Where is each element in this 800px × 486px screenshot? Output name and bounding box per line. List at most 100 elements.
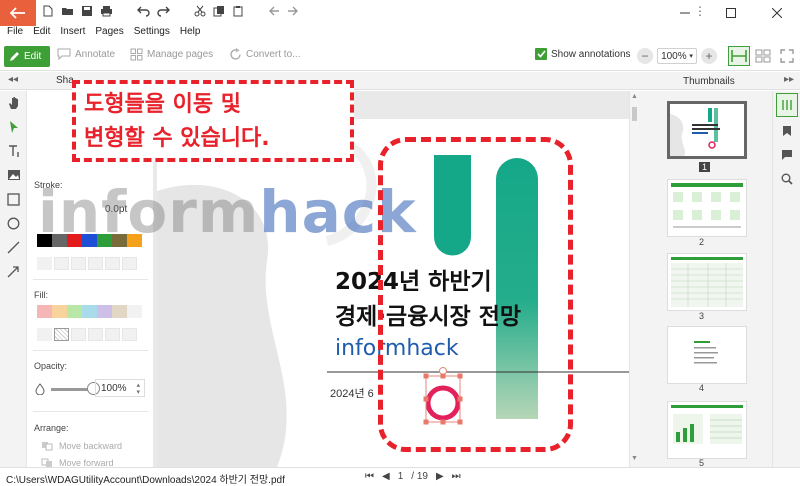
thumbnails-view-icon[interactable] [776, 93, 798, 117]
paste-icon[interactable] [232, 5, 244, 17]
custom-swatch[interactable] [71, 257, 86, 270]
ellipse-tool-icon[interactable] [0, 211, 27, 235]
custom-swatch[interactable] [105, 328, 120, 341]
single-page-view-button[interactable] [728, 46, 750, 66]
open-folder-icon[interactable] [61, 5, 74, 17]
page-navigator: ⏮ ◀ 1 / 19 ▶ ⏭ [365, 471, 461, 482]
scrollbar-thumb[interactable] [632, 107, 637, 121]
rectangle-tool-icon[interactable] [0, 187, 27, 211]
move-forward-icon [41, 458, 52, 467]
image-tool-icon[interactable] [0, 163, 27, 187]
zoom-level-select[interactable]: 100% ▾ [657, 48, 697, 64]
prev-page-icon[interactable]: ◀ [382, 471, 390, 482]
custom-swatch[interactable] [88, 257, 103, 270]
title-bar: ⋮ [0, 0, 800, 26]
no-fill-swatch[interactable] [54, 328, 69, 341]
menu-settings[interactable]: Settings [134, 26, 170, 42]
main-toolbar: Edit Annotate Manage pages Convert to...… [0, 43, 800, 71]
page-back-icon[interactable] [268, 5, 280, 17]
text-tool-icon[interactable] [0, 139, 27, 163]
menu-insert[interactable]: Insert [60, 26, 85, 42]
custom-swatch[interactable] [54, 257, 69, 270]
vertical-scrollbar[interactable]: ▲ ▼ [629, 91, 639, 467]
redo-icon[interactable] [157, 5, 170, 17]
copy-icon[interactable] [213, 5, 225, 17]
manage-pages-button[interactable]: Manage pages [130, 48, 213, 61]
zoom-level-value: 100% [661, 50, 687, 62]
menu-pages[interactable]: Pages [95, 26, 123, 42]
zoom-controls: − 100% ▾ + [637, 48, 717, 64]
zoom-out-button[interactable]: − [637, 48, 653, 64]
fullscreen-button[interactable] [776, 46, 798, 66]
move-backward-button[interactable]: Move backward [41, 441, 122, 451]
edit-mode-button[interactable]: Edit [4, 46, 50, 67]
custom-swatch[interactable] [122, 257, 137, 270]
thumbnail-page-4[interactable] [667, 326, 747, 384]
first-page-icon[interactable]: ⏮ [365, 471, 374, 482]
cut-icon[interactable] [194, 5, 206, 17]
custom-fill-colors [37, 328, 137, 341]
move-forward-button[interactable]: Move forward [41, 458, 114, 467]
divider [33, 279, 148, 280]
swatch-light-tan[interactable] [112, 305, 127, 318]
page-date-text[interactable]: 2024년 6 [330, 385, 374, 401]
save-icon[interactable] [81, 5, 93, 17]
scroll-up-icon[interactable]: ▲ [631, 93, 638, 100]
custom-swatch[interactable] [88, 328, 103, 341]
search-icon[interactable] [773, 167, 800, 191]
custom-swatch[interactable] [122, 328, 137, 341]
show-annotations-toggle[interactable]: Show annotations [535, 48, 631, 60]
print-icon[interactable] [100, 5, 113, 17]
swatch-light-orange[interactable] [52, 305, 67, 318]
page-forward-icon[interactable] [287, 5, 299, 17]
collapse-left-panel-icon[interactable]: ◂◂ [8, 74, 18, 85]
custom-swatch[interactable] [71, 328, 86, 341]
opacity-value-field[interactable]: 100% ▴ ▾ [95, 379, 145, 397]
menu-file[interactable]: File [7, 26, 23, 42]
next-page-icon[interactable]: ▶ [436, 471, 444, 482]
current-page-input[interactable]: 1 [398, 471, 404, 482]
menu-help[interactable]: Help [180, 26, 201, 42]
undo-icon[interactable] [137, 5, 150, 17]
minimize-button[interactable] [662, 0, 708, 26]
swatch-light-lilac[interactable] [97, 305, 112, 318]
swatch-white[interactable] [127, 305, 142, 318]
zoom-in-button[interactable]: + [701, 48, 717, 64]
last-page-icon[interactable]: ⏭ [452, 471, 461, 482]
fill-color-picker-icon[interactable] [37, 328, 52, 341]
back-button[interactable] [0, 0, 36, 26]
thumbnail-number-1: 1 [699, 162, 711, 172]
bookmark-icon[interactable] [773, 119, 800, 143]
select-arrow-icon[interactable] [0, 115, 27, 139]
collapse-right-panel-icon[interactable]: ▸▸ [784, 74, 794, 85]
custom-swatch[interactable] [105, 257, 120, 270]
maximize-button[interactable] [708, 0, 754, 26]
thumbnail-page-5[interactable] [667, 401, 747, 459]
close-button[interactable] [754, 0, 800, 26]
scroll-down-icon[interactable]: ▼ [631, 455, 638, 462]
hand-tool-icon[interactable] [0, 91, 27, 115]
fullscreen-icon [780, 49, 794, 63]
line-tool-icon[interactable] [0, 235, 27, 259]
thumbnail-page-3[interactable] [667, 253, 747, 311]
color-picker-icon[interactable] [37, 257, 52, 270]
arrange-label: Arrange: [34, 423, 69, 433]
swatch-light-cyan[interactable] [82, 305, 97, 318]
swatch-light-pink[interactable] [37, 305, 52, 318]
comments-icon[interactable] [773, 143, 800, 167]
manage-pages-label: Manage pages [147, 49, 214, 60]
menu-edit[interactable]: Edit [33, 26, 50, 42]
stepper-icon[interactable]: ▴ ▾ [136, 382, 140, 396]
show-annotations-label: Show annotations [551, 48, 631, 60]
move-backward-label: Move backward [59, 441, 123, 451]
fill-label: Fill: [34, 290, 48, 300]
swatch-light-green[interactable] [67, 305, 82, 318]
new-page-icon[interactable] [42, 5, 54, 17]
checkbox-checked-icon[interactable] [535, 48, 547, 60]
convert-button[interactable]: Convert to... [229, 48, 300, 61]
thumbnail-page-2[interactable] [667, 179, 747, 237]
arrow-tool-icon[interactable] [0, 259, 27, 283]
annotate-button[interactable]: Annotate [57, 48, 115, 60]
thumbnail-page-1[interactable] [667, 101, 747, 159]
two-page-view-button[interactable] [752, 46, 774, 66]
